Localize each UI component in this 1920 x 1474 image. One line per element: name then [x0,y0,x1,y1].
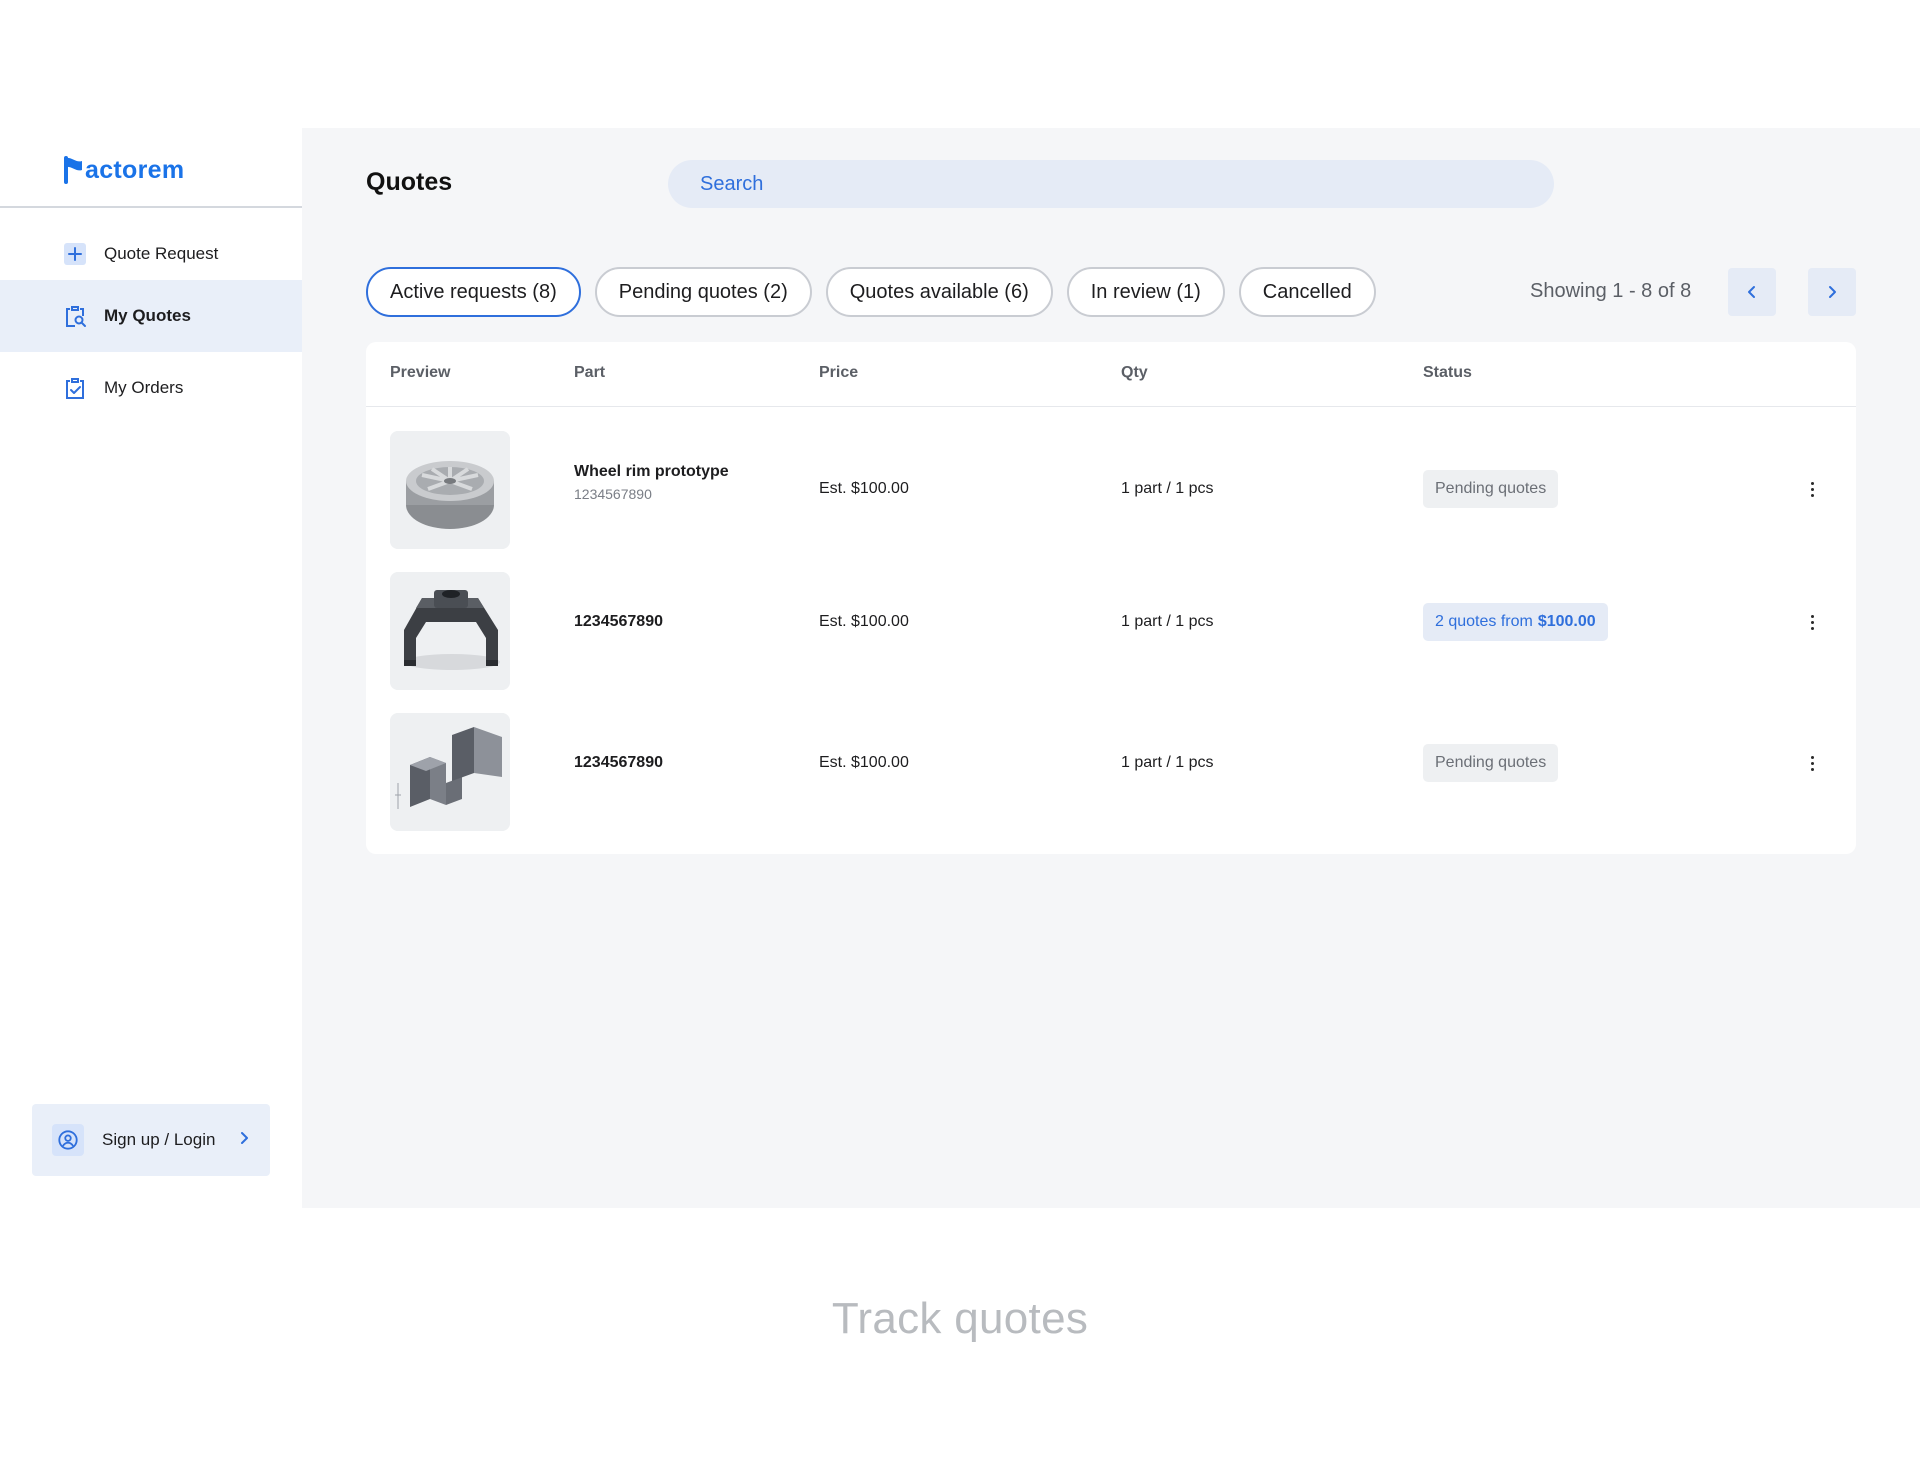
table-row[interactable]: Wheel rim prototype 1234567890 Est. $100… [366,407,1856,549]
more-options-icon[interactable] [1800,474,1824,504]
part-id: 1234567890 [574,486,652,502]
user-circle-icon [52,1124,84,1156]
table-row[interactable]: 1234567890 Est. $100.00 1 part / 1 pcs 2… [366,548,1856,690]
pagination-summary: Showing 1 - 8 of 8 [1530,280,1692,302]
price-cell: Est. $100.00 [819,613,909,630]
main-content: Quotes Search Active requests (8) Pendin… [302,128,1920,1208]
tab-cancelled[interactable]: Cancelled [1238,267,1376,317]
tab-in-review[interactable]: In review (1) [1066,267,1225,317]
qty-cell: 1 part / 1 pcs [1121,480,1214,497]
part-cell: Wheel rim prototype 1234567890 [574,463,729,502]
brand-logo[interactable]: actorem [64,154,184,186]
column-header-part: Part [574,364,606,381]
plus-icon [63,242,87,266]
column-header-preview: Preview [390,364,451,381]
caption: Track quotes [831,1294,1089,1343]
column-header-status: Status [1423,364,1472,381]
price-cell: Est. $100.00 [819,480,909,497]
column-header-qty: Qty [1121,364,1148,381]
column-header-price: Price [819,364,859,381]
app-frame: actorem Quote Request My Quotes My Order… [0,128,1920,1208]
qty-cell: 1 part / 1 pcs [1121,754,1214,771]
sidebar-item-label: My Quotes [104,306,191,325]
sidebar-item-my-orders[interactable]: My Orders [0,352,302,424]
status-amount: $100.00 [1537,613,1596,630]
factorem-logo-mark [64,156,82,184]
chevron-left-icon [1748,286,1755,298]
price-cell: Est. $100.00 [819,754,909,771]
part-name: Wheel rim prototype [574,463,729,480]
qty-cell: 1 part / 1 pcs [1121,613,1214,630]
wheel-rim-image [390,431,510,549]
block-part-image [390,713,510,831]
chevron-right-icon [1829,286,1836,298]
sidebar-item-label: Quote Request [104,244,219,263]
search-placeholder: Search [700,172,764,195]
page-title: Quotes [366,168,453,196]
signup-login-button[interactable]: Sign up / Login [32,1104,270,1176]
brand-name: actorem [85,155,185,184]
more-options-icon[interactable] [1800,748,1824,778]
quote-search-icon [63,304,87,328]
sidebar-item-label: My Orders [104,378,184,397]
table-row[interactable]: 1234567890 Est. $100.00 1 part / 1 pcs P… [366,689,1856,831]
tab-active-requests[interactable]: Active requests (8) [366,267,581,317]
status-text: 2 quotes from [1435,613,1533,630]
orders-check-icon [63,376,87,400]
status-badge: Pending quotes [1423,744,1559,782]
part-name: 1234567890 [574,754,663,771]
status-tabs: Active requests (8) Pending quotes (2) Q… [366,267,1376,317]
part-name: 1234567890 [574,613,663,630]
more-options-icon[interactable] [1800,607,1824,637]
search-input[interactable]: Search [668,160,1554,208]
sidebar-divider [0,206,302,208]
sidebar: actorem Quote Request My Quotes My Order… [0,128,302,1208]
bracket-part-image [390,572,510,690]
next-page-button[interactable] [1808,268,1856,316]
prev-page-button[interactable] [1728,268,1776,316]
tab-quotes-available[interactable]: Quotes available (6) [825,267,1053,317]
quotes-table: Preview Part Price Qty Status Wheel rim … [366,342,1856,854]
sidebar-item-my-quotes[interactable]: My Quotes [0,280,302,352]
chevron-right-icon [238,1131,250,1150]
status-badge-quotes-available[interactable]: 2 quotes from $100.00 [1423,603,1608,641]
signup-label: Sign up / Login [102,1130,216,1149]
tab-pending-quotes[interactable]: Pending quotes (2) [594,267,812,317]
status-badge: Pending quotes [1423,470,1559,508]
